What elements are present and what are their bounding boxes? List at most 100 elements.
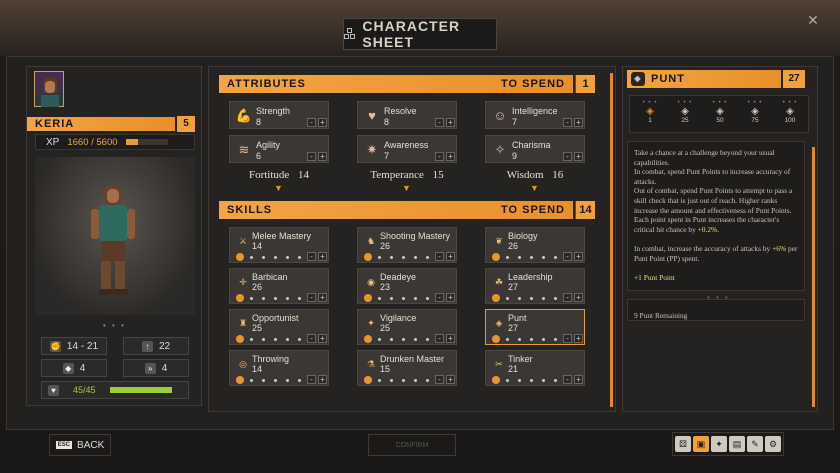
decrease-button[interactable]: -: [435, 293, 444, 302]
skill-name: Throwing: [252, 354, 290, 364]
decrease-button[interactable]: -: [307, 334, 316, 343]
skill-shooting-mastery[interactable]: ♞ Shooting Mastery 26 - +: [357, 227, 457, 263]
decrease-button[interactable]: -: [563, 334, 572, 343]
chevron-down-icon[interactable]: ▼: [530, 183, 539, 193]
skill-tinker[interactable]: ✂ Tinker 21 - +: [485, 350, 585, 386]
rank-dot: [378, 296, 381, 300]
decrease-button[interactable]: -: [435, 152, 444, 161]
decrease-button[interactable]: -: [307, 118, 316, 127]
rank-marker: • • • ◈ 1: [636, 100, 664, 130]
decrease-button[interactable]: -: [435, 118, 444, 127]
skill-biology[interactable]: ❦ Biology 26 - +: [485, 227, 585, 263]
attribute-group-fortitude: Fortitude 14: [229, 169, 329, 181]
confirm-button[interactable]: CONFIRM: [368, 434, 456, 456]
attribute-intelligence[interactable]: ☺ Intelligence 7 - +: [485, 101, 585, 129]
skill-vigilance[interactable]: ✦ Vigilance 25 - +: [357, 309, 457, 345]
decrease-button[interactable]: -: [307, 252, 316, 261]
attribute-value: 9: [512, 151, 518, 161]
detail-scrollbar[interactable]: [812, 147, 815, 407]
increase-button[interactable]: +: [574, 152, 583, 161]
skill-melee-mastery[interactable]: ⚔ Melee Mastery 14 - +: [229, 227, 329, 263]
settings-icon[interactable]: ⚙: [765, 436, 781, 452]
increase-button[interactable]: +: [446, 252, 455, 261]
portrait[interactable]: [34, 71, 64, 107]
increase-button[interactable]: +: [446, 118, 455, 127]
speed-icon: »: [144, 362, 156, 374]
skill-barbican[interactable]: ✛ Barbican 26 - +: [229, 268, 329, 304]
increase-button[interactable]: +: [318, 334, 327, 343]
decrease-button[interactable]: -: [307, 152, 316, 161]
decrease-button[interactable]: -: [435, 334, 444, 343]
increase-button[interactable]: +: [318, 375, 327, 384]
close-icon[interactable]: ✕: [806, 13, 820, 27]
character-sheet-tab-icon[interactable]: ▣: [693, 436, 709, 452]
attributes-to-spend-label: TO SPEND: [500, 78, 565, 90]
skill-opportunist[interactable]: ♜ Opportunist 25 - +: [229, 309, 329, 345]
increase-button[interactable]: +: [574, 118, 583, 127]
esc-key: ESC: [55, 441, 73, 449]
remaining-text: 9 Punt Remaining: [634, 311, 688, 320]
stats-scrollbar[interactable]: [610, 73, 613, 407]
skill-rank-track: [236, 376, 310, 384]
attribute-charisma[interactable]: ✧ Charisma 9 - +: [485, 135, 585, 163]
increase-button[interactable]: +: [574, 375, 583, 384]
dice-icon[interactable]: ⚄: [675, 436, 691, 452]
decrease-button[interactable]: -: [563, 252, 572, 261]
group-value: 16: [552, 169, 564, 181]
decrease-button[interactable]: -: [435, 252, 444, 261]
bonus-text: +1 Punt Point: [634, 272, 675, 282]
attribute-awareness[interactable]: ✷ Awareness 7 - +: [357, 135, 457, 163]
rank-dot: [390, 296, 393, 300]
increase-button[interactable]: +: [446, 334, 455, 343]
increase-button[interactable]: +: [446, 152, 455, 161]
rank-locked-icon: ◈: [681, 106, 689, 117]
chevron-down-icon[interactable]: ▼: [402, 183, 411, 193]
character-sheet-icon: [344, 28, 355, 40]
increase-button[interactable]: +: [318, 252, 327, 261]
skill-throwing[interactable]: ◎ Throwing 14 - +: [229, 350, 329, 386]
inventory-icon[interactable]: ✦: [711, 436, 727, 452]
rank-dot: [542, 337, 545, 341]
increase-button[interactable]: +: [574, 293, 583, 302]
detail-value: 27: [783, 70, 805, 88]
skill-value: 27: [508, 323, 519, 333]
decrease-button[interactable]: -: [563, 118, 572, 127]
back-button[interactable]: ESC BACK: [49, 434, 111, 456]
decrease-button[interactable]: -: [307, 293, 316, 302]
rank-dot: [402, 337, 405, 341]
skill-leadership[interactable]: ☘ Leadership 27 - +: [485, 268, 585, 304]
title-box: CHARACTER SHEET: [343, 18, 497, 50]
increase-button[interactable]: +: [318, 118, 327, 127]
attribute-name: Awareness: [384, 140, 429, 150]
journal-icon[interactable]: ✎: [747, 436, 763, 452]
attribute-resolve[interactable]: ♥ Resolve 8 - +: [357, 101, 457, 129]
skill-detail-panel: ◈ PUNT 27 • • • ◈ 1 • • • ◈ 25 • • • ◈ 5…: [622, 66, 818, 412]
increase-button[interactable]: +: [574, 252, 583, 261]
skill-name: Drunken Master: [380, 354, 445, 364]
decrease-button[interactable]: -: [563, 293, 572, 302]
rank-dot: [518, 378, 521, 382]
chevron-down-icon[interactable]: ▼: [274, 183, 283, 193]
decrease-button[interactable]: -: [307, 375, 316, 384]
skill-deadeye[interactable]: ◉ Deadeye 23 - +: [357, 268, 457, 304]
decrease-button[interactable]: -: [563, 152, 572, 161]
skill-drunken-master[interactable]: ⚗ Drunken Master 15 - +: [357, 350, 457, 386]
increase-button[interactable]: +: [446, 293, 455, 302]
increase-button[interactable]: +: [574, 334, 583, 343]
map-icon[interactable]: ▤: [729, 436, 745, 452]
skill-punt[interactable]: ◈ Punt 27 - +: [485, 309, 585, 345]
skill-name: Vigilance: [380, 313, 417, 323]
rank-dot: [530, 296, 533, 300]
increase-button[interactable]: +: [446, 375, 455, 384]
decrease-button[interactable]: -: [435, 375, 444, 384]
skill-value: 15: [380, 364, 391, 374]
deadeye-icon: ◉: [367, 277, 375, 287]
attribute-agility[interactable]: ≋ Agility 6 - +: [229, 135, 329, 163]
decrease-button[interactable]: -: [563, 375, 572, 384]
rank-knob: [492, 376, 500, 384]
attribute-strength[interactable]: 💪 Strength 8 - +: [229, 101, 329, 129]
skill-rank-track: [236, 335, 310, 343]
increase-button[interactable]: +: [318, 293, 327, 302]
rank-dot: [414, 378, 417, 382]
increase-button[interactable]: +: [318, 152, 327, 161]
